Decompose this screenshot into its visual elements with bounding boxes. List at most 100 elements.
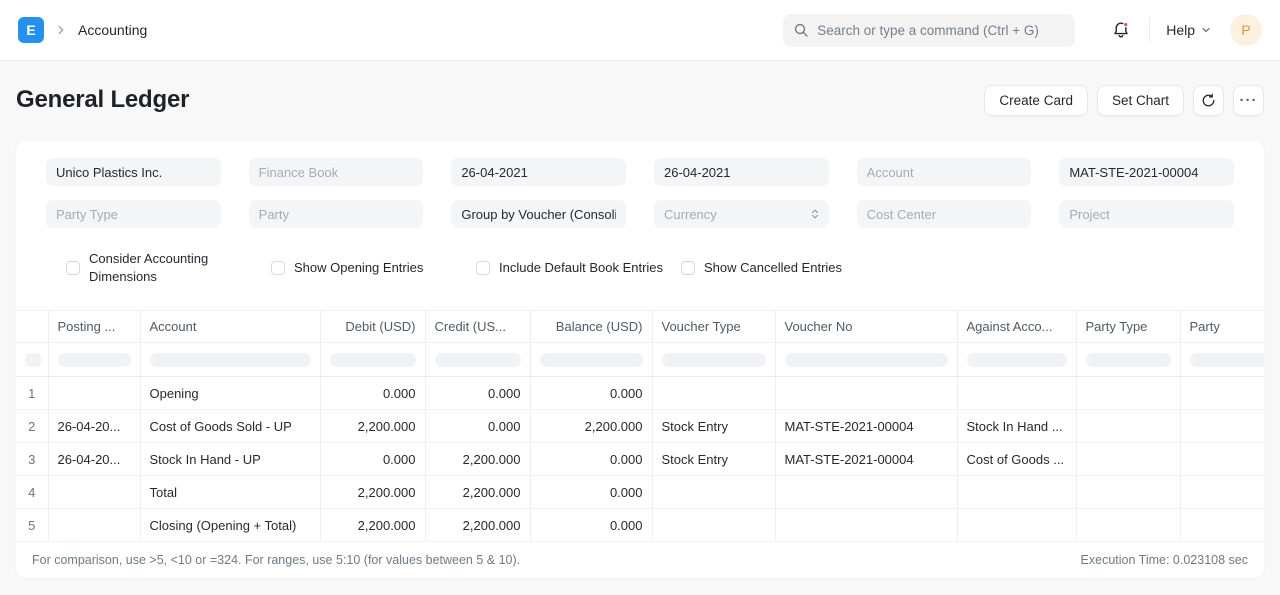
notifications-button[interactable] [1111, 20, 1131, 40]
checkbox-label: Include Default Book Entries [499, 259, 664, 275]
cost-center-filter[interactable] [856, 200, 1032, 228]
row-number: 3 [16, 442, 49, 477]
cell-credit: 2,200.000 [425, 508, 531, 543]
checkbox-label: Show Opening Entries [294, 259, 424, 275]
voucher-no-filter[interactable] [1059, 158, 1234, 186]
column-filter-cell[interactable] [957, 342, 1077, 378]
cell-party [1180, 508, 1264, 543]
col-header-voucher-type[interactable]: Voucher Type [652, 310, 776, 344]
col-header-party[interactable]: Party [1180, 310, 1264, 344]
col-header-rownum [16, 310, 49, 344]
cell-debit: 2,200.000 [320, 508, 426, 543]
company-filter[interactable] [46, 158, 221, 186]
checkbox-consider-accounting-dimensions[interactable]: Consider Accounting Dimensions [66, 250, 271, 285]
column-filter-cell[interactable] [652, 342, 776, 378]
col-header-credit[interactable]: Credit (US... [425, 310, 531, 344]
from-date-filter[interactable] [451, 158, 626, 186]
party-filter[interactable] [248, 200, 424, 228]
cell-debit: 0.000 [320, 442, 426, 477]
column-filter-cell[interactable] [16, 342, 49, 378]
cell-debit: 2,200.000 [320, 409, 426, 444]
checkbox-label: Consider Accounting Dimensions [89, 251, 209, 284]
filters-area: Consider Accounting Dimensions Show Open… [16, 141, 1264, 310]
cell-credit: 0.000 [425, 409, 531, 444]
cell-account: Closing (Opening + Total) [140, 508, 321, 543]
app-logo[interactable]: E [18, 17, 44, 43]
col-header-voucher-no[interactable]: Voucher No [775, 310, 958, 344]
cell-voucher-no [775, 376, 958, 411]
column-filter-cell[interactable] [530, 342, 653, 378]
column-filter-cell[interactable] [1180, 342, 1264, 378]
execution-time: Execution Time: 0.023108 sec [1080, 553, 1248, 568]
checkbox-show-cancelled-entries[interactable]: Show Cancelled Entries [681, 250, 886, 285]
account-filter[interactable] [856, 158, 1032, 186]
cell-posting-date [48, 475, 141, 510]
project-filter[interactable] [1059, 200, 1234, 228]
ellipsis-icon: ··· [1239, 91, 1258, 109]
checkbox-include-default-book-entries[interactable]: Include Default Book Entries [476, 250, 681, 285]
column-filter-input[interactable] [149, 352, 311, 367]
breadcrumb-accounting[interactable]: Accounting [78, 22, 147, 38]
chevron-down-icon [1200, 24, 1212, 36]
report-table-wrap: Posting ... Account Debit (USD) Credit (… [16, 310, 1264, 543]
global-search[interactable] [783, 13, 1076, 47]
set-chart-button[interactable]: Set Chart [1096, 84, 1184, 116]
table-row: 3 26-04-20... Stock In Hand - UP 0.000 2… [16, 442, 1264, 477]
help-menu[interactable]: Help [1166, 22, 1212, 38]
row-number: 2 [16, 409, 49, 444]
create-card-button[interactable]: Create Card [984, 84, 1088, 116]
cell-party-type [1076, 409, 1181, 444]
navbar-right: Help P [783, 13, 1262, 47]
cell-account: Opening [140, 376, 321, 411]
row-number: 1 [16, 376, 49, 411]
cell-posting-date [48, 508, 141, 543]
refresh-icon [1201, 93, 1216, 108]
more-menu-button[interactable]: ··· [1233, 84, 1264, 116]
column-filter-input[interactable] [1189, 352, 1264, 367]
cell-posting-date: 26-04-20... [48, 442, 141, 477]
cell-voucher-type [652, 508, 776, 543]
column-filter-cell[interactable] [320, 342, 426, 378]
column-filter-cell[interactable] [140, 342, 321, 378]
column-filter-input[interactable] [25, 352, 41, 367]
checkbox-show-opening-entries[interactable]: Show Opening Entries [271, 250, 476, 285]
column-filter-cell[interactable] [425, 342, 531, 378]
party-type-filter[interactable] [46, 200, 221, 228]
user-avatar[interactable]: P [1230, 14, 1262, 46]
column-filter-input[interactable] [539, 352, 643, 367]
to-date-filter[interactable] [654, 158, 829, 186]
col-header-against-account[interactable]: Against Acco... [957, 310, 1077, 344]
finance-book-filter[interactable] [248, 158, 424, 186]
row-number: 4 [16, 475, 49, 510]
column-filter-input[interactable] [661, 352, 766, 367]
currency-filter[interactable] [654, 200, 829, 228]
cell-party-type [1076, 475, 1181, 510]
col-header-balance[interactable]: Balance (USD) [530, 310, 653, 344]
group-by-filter[interactable] [451, 200, 626, 228]
table-row: 5 Closing (Opening + Total) 2,200.000 2,… [16, 508, 1264, 543]
column-filter-input[interactable] [784, 352, 948, 367]
cell-balance: 0.000 [530, 442, 653, 477]
search-input[interactable] [817, 22, 1066, 38]
column-filter-input[interactable] [57, 352, 131, 367]
column-filter-input[interactable] [434, 352, 521, 367]
col-header-party-type[interactable]: Party Type [1076, 310, 1181, 344]
column-filter-input[interactable] [1085, 352, 1171, 367]
col-header-account[interactable]: Account [140, 310, 321, 344]
column-filter-input[interactable] [966, 352, 1067, 367]
col-header-posting-date[interactable]: Posting ... [48, 310, 141, 344]
refresh-button[interactable] [1193, 84, 1224, 116]
cell-against-account [957, 475, 1077, 510]
table-row: 1 Opening 0.000 0.000 0.000 [16, 376, 1264, 411]
col-header-debit[interactable]: Debit (USD) [320, 310, 426, 344]
cell-voucher-type: Stock Entry [652, 409, 776, 444]
column-filter-cell[interactable] [775, 342, 958, 378]
search-icon [793, 22, 809, 38]
column-filter-row [16, 342, 1264, 378]
column-filter-input[interactable] [329, 352, 416, 367]
column-filter-cell[interactable] [48, 342, 141, 378]
cell-credit: 2,200.000 [425, 442, 531, 477]
cell-voucher-no [775, 475, 958, 510]
report-card: Consider Accounting Dimensions Show Open… [16, 141, 1264, 579]
column-filter-cell[interactable] [1076, 342, 1181, 378]
